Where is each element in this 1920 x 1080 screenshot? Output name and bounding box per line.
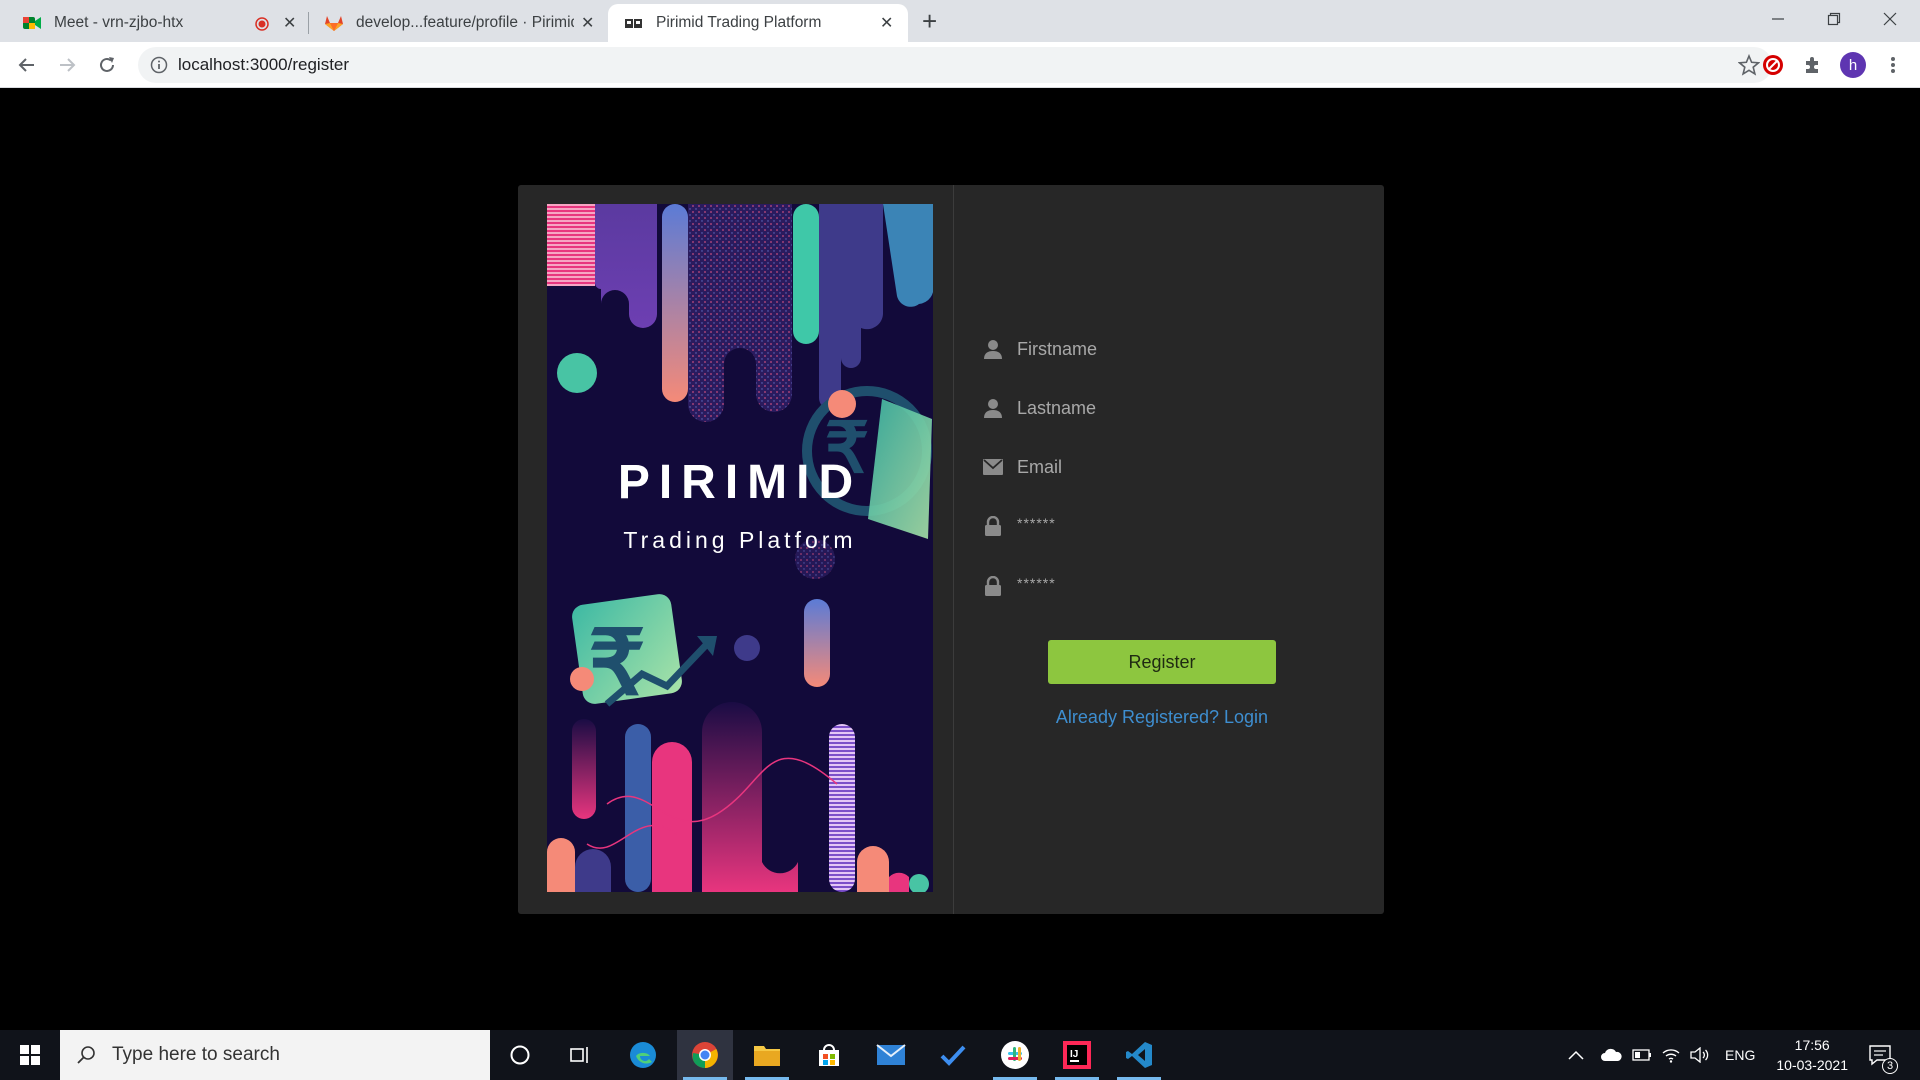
register-button[interactable]: Register <box>1048 640 1276 684</box>
lock-icon <box>982 515 1004 537</box>
mail-icon[interactable] <box>863 1030 919 1080</box>
vscode-icon[interactable] <box>1111 1030 1167 1080</box>
email-field[interactable]: Email <box>982 447 1312 487</box>
file-explorer-icon[interactable] <box>739 1030 795 1080</box>
lastname-placeholder: Lastname <box>1017 397 1097 418</box>
chrome-menu-button[interactable] <box>1880 52 1906 78</box>
chevron-up-icon <box>1568 1050 1584 1060</box>
close-tab-icon[interactable]: ✕ <box>283 13 296 33</box>
chrome-icon[interactable] <box>677 1030 733 1080</box>
todo-icon[interactable] <box>925 1030 981 1080</box>
clock-time: 17:56 <box>1794 1037 1830 1053</box>
windows-logo-icon <box>20 1045 40 1065</box>
lastname-field[interactable]: Lastname <box>982 388 1312 428</box>
edge-icon[interactable] <box>615 1030 671 1080</box>
arrow-left-icon <box>18 58 34 72</box>
email-placeholder: Email <box>1017 456 1063 477</box>
onedrive-icon[interactable] <box>1600 1030 1622 1080</box>
avatar-initial: h <box>1848 56 1858 74</box>
address-bar[interactable]: localhost:3000/register <box>138 47 1772 83</box>
password-field[interactable]: ****** <box>982 506 1312 546</box>
close-window-button[interactable] <box>1862 0 1918 38</box>
gitlab-icon <box>325 16 343 31</box>
arrow-right-icon <box>60 58 76 72</box>
reload-button[interactable] <box>92 50 122 80</box>
action-center-button[interactable]: 3 <box>1868 1030 1898 1080</box>
confirm-password-value: ****** <box>1017 575 1056 591</box>
intellij-icon[interactable]: IJ <box>1049 1030 1105 1080</box>
clock-date: 10-03-2021 <box>1776 1057 1848 1073</box>
battery-icon[interactable] <box>1632 1030 1652 1080</box>
taskbar-search-box[interactable]: Type here to search <box>60 1030 490 1080</box>
search-icon <box>77 1046 95 1064</box>
card-divider <box>953 185 954 914</box>
adblock-extension-icon[interactable] <box>1760 52 1786 78</box>
show-hidden-icons-button[interactable] <box>1568 1030 1584 1080</box>
user-icon <box>982 397 1004 419</box>
start-button[interactable] <box>0 1030 60 1080</box>
password-value: ****** <box>1017 515 1056 531</box>
minimize-button[interactable] <box>1750 0 1806 38</box>
tab-title: develop...feature/profile · Pirimid <box>356 14 574 31</box>
bookmark-star-icon[interactable] <box>1738 54 1760 76</box>
url-text: localhost:3000/register <box>178 55 350 74</box>
page-body: ₹ ₹ PIRIMID Trading Platform Firstname L… <box>0 89 1920 1030</box>
google-meet-icon <box>23 17 41 29</box>
store-icon[interactable] <box>801 1030 857 1080</box>
forward-button[interactable] <box>52 50 82 80</box>
recording-icon <box>255 17 269 31</box>
language-indicator[interactable]: ENG <box>1725 1030 1755 1080</box>
slack-icon[interactable] <box>987 1030 1043 1080</box>
cortana-icon[interactable] <box>492 1030 548 1080</box>
pirimid-icon <box>625 19 642 28</box>
firstname-field[interactable]: Firstname <box>982 329 1312 369</box>
user-icon <box>982 338 1004 360</box>
browser-tab-strip: Meet - vrn-zjbo-htx ✕ develop...feature/… <box>0 0 1920 42</box>
minimize-icon <box>1772 18 1784 20</box>
info-icon <box>150 56 168 74</box>
profile-avatar[interactable]: h <box>1840 52 1866 78</box>
restore-button[interactable] <box>1806 0 1862 38</box>
tab-title: Pirimid Trading Platform <box>656 14 822 31</box>
more-vertical-icon <box>1891 57 1895 73</box>
lock-icon <box>982 575 1004 597</box>
confirm-password-field[interactable]: ****** <box>982 566 1312 606</box>
notification-count: 3 <box>1882 1058 1898 1074</box>
close-icon <box>1883 12 1897 26</box>
wifi-icon[interactable] <box>1662 1030 1680 1080</box>
search-placeholder: Type here to search <box>112 1044 280 1065</box>
envelope-icon <box>982 456 1004 478</box>
tab-meet[interactable]: Meet - vrn-zjbo-htx ✕ <box>0 4 306 42</box>
extensions-puzzle-icon[interactable] <box>1800 52 1826 78</box>
register-card: ₹ ₹ PIRIMID Trading Platform Firstname L… <box>518 185 1384 914</box>
tab-gitlab[interactable]: develop...feature/profile · Pirimid ✕ <box>310 4 606 42</box>
new-tab-button[interactable]: + <box>922 6 937 37</box>
volume-icon[interactable] <box>1690 1030 1710 1080</box>
taskbar-clock[interactable]: 17:56 10-03-2021 <box>1776 1035 1848 1075</box>
task-view-icon[interactable] <box>552 1030 608 1080</box>
tab-title: Meet - vrn-zjbo-htx <box>54 14 184 31</box>
login-link[interactable]: Already Registered? Login <box>1002 707 1322 728</box>
brand-name: PIRIMID <box>617 456 863 509</box>
svg-text:IJ: IJ <box>1070 1049 1078 1060</box>
back-button[interactable] <box>12 50 42 80</box>
windows-taskbar: Type here to search IJ ENG 17:56 10-03-2… <box>0 1030 1920 1080</box>
close-tab-icon[interactable]: ✕ <box>581 13 594 33</box>
close-tab-icon[interactable]: ✕ <box>880 13 893 33</box>
firstname-placeholder: Firstname <box>1017 338 1098 359</box>
brand-tagline: Trading Platform <box>623 527 857 553</box>
reload-icon <box>100 57 114 72</box>
browser-toolbar: localhost:3000/register h <box>0 42 1920 88</box>
tab-pirimid[interactable]: Pirimid Trading Platform ✕ <box>608 4 908 42</box>
restore-icon <box>1827 12 1841 26</box>
